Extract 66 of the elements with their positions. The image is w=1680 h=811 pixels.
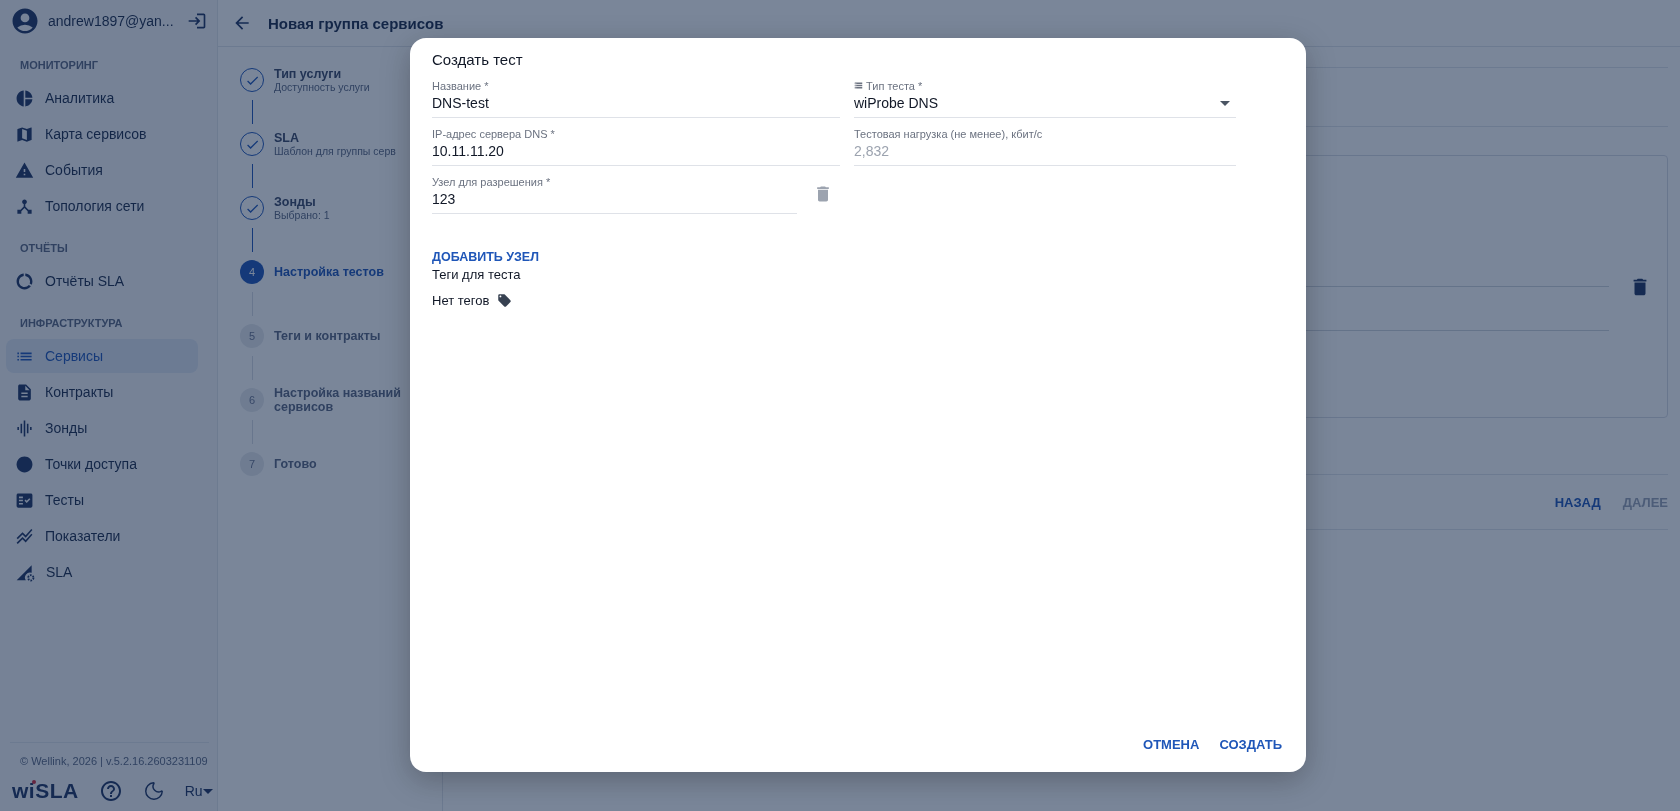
map-icon xyxy=(15,124,34,144)
section-title: ИНФРАСТРУКТУРА xyxy=(19,316,124,331)
logo: wiSLA xyxy=(12,779,79,803)
add-node-button[interactable]: ДОБАВИТЬ УЗЕЛ xyxy=(432,250,539,264)
nav-item[interactable]: Отчёты SLA xyxy=(6,264,198,298)
select-field[interactable]: wiProbe DNS xyxy=(854,93,1220,113)
nav-item[interactable]: Зонды xyxy=(6,411,198,445)
step-title: Настройка названий сервисов xyxy=(274,386,402,414)
nav-item[interactable]: Аналитика xyxy=(6,81,198,115)
document-icon xyxy=(15,382,34,402)
dropdown-caret-icon xyxy=(1220,100,1230,106)
nav-item[interactable]: Тесты xyxy=(6,483,198,517)
step-title: Теги и контракты xyxy=(274,329,381,343)
step-title: SLA xyxy=(274,131,300,145)
nav-item[interactable]: События xyxy=(6,153,198,187)
step-number: 7 xyxy=(240,452,264,476)
step-title: Тип услуги xyxy=(274,67,343,81)
step-title: Готово xyxy=(274,457,317,471)
nav-item[interactable]: Контракты xyxy=(6,375,198,409)
dialog-title: Создать тест xyxy=(432,51,524,68)
step-nav-button[interactable]: НАЗАД xyxy=(1554,490,1601,514)
tag-icon[interactable] xyxy=(497,293,513,308)
nav-item[interactable]: Топология сети xyxy=(6,189,198,223)
field-label: Тип теста * xyxy=(866,79,923,92)
user-email: andrew1897@yan... xyxy=(48,13,175,29)
moon-icon[interactable] xyxy=(142,780,165,802)
caret-icon xyxy=(202,788,213,794)
step-number: 4 xyxy=(240,260,264,284)
step-title: Зонды xyxy=(274,195,317,209)
ring-icon xyxy=(15,271,34,291)
checklist-icon xyxy=(15,490,34,510)
nav-item[interactable]: Карта сервисов xyxy=(6,117,198,151)
no-tags-text: Нет тегов xyxy=(432,293,490,308)
field-label: IP-адрес сервера DNS * xyxy=(432,127,555,140)
input-field[interactable]: 123 xyxy=(432,189,797,209)
logout-icon[interactable] xyxy=(187,11,207,31)
field-label: Узел для разрешения * xyxy=(432,175,551,188)
step-title: Настройка тестов xyxy=(274,265,384,279)
input-field[interactable]: DNS-test xyxy=(432,93,834,113)
dialog-button[interactable]: СОЗДАТЬ xyxy=(1219,733,1282,756)
nav-item[interactable]: Точки доступа xyxy=(6,447,198,481)
page-title: Новая группа сервисов xyxy=(268,14,444,32)
chart-lines-icon xyxy=(15,526,34,546)
language-select[interactable]: Ru xyxy=(184,783,213,799)
step-subtitle: Выбрано: 1 xyxy=(274,209,330,221)
avatar-icon[interactable] xyxy=(10,6,40,36)
waveform-icon xyxy=(15,418,34,438)
nav-item[interactable]: SLA xyxy=(6,555,198,589)
triangle-gear-icon xyxy=(15,562,35,582)
tags-title: Теги для теста xyxy=(432,267,522,282)
dialog-button[interactable]: ОТМЕНА xyxy=(1143,733,1200,756)
copyright-text: © Wellink, 2026 | v.5.2.16.2603231109 xyxy=(19,755,209,767)
help-icon[interactable] xyxy=(98,779,123,803)
step-subtitle: Шаблон для группы серв xyxy=(274,145,396,157)
section-title: МОНИТОРИНГ xyxy=(19,58,99,73)
pie-chart-icon xyxy=(15,88,34,108)
step-subtitle: Доступность услуги xyxy=(274,81,370,93)
section-title: ОТЧЁТЫ xyxy=(19,241,69,256)
field-label: Название * xyxy=(432,79,489,92)
field-label: Тестовая нагрузка (не менее), кбит/с xyxy=(854,127,1043,140)
warning-icon xyxy=(15,160,34,180)
network-icon xyxy=(15,196,34,216)
input-field[interactable]: 10.11.11.20 xyxy=(432,141,834,161)
nav-item[interactable]: Сервисы xyxy=(6,339,198,373)
nav-item[interactable]: Показатели xyxy=(6,519,198,553)
circle-icon xyxy=(15,454,34,474)
